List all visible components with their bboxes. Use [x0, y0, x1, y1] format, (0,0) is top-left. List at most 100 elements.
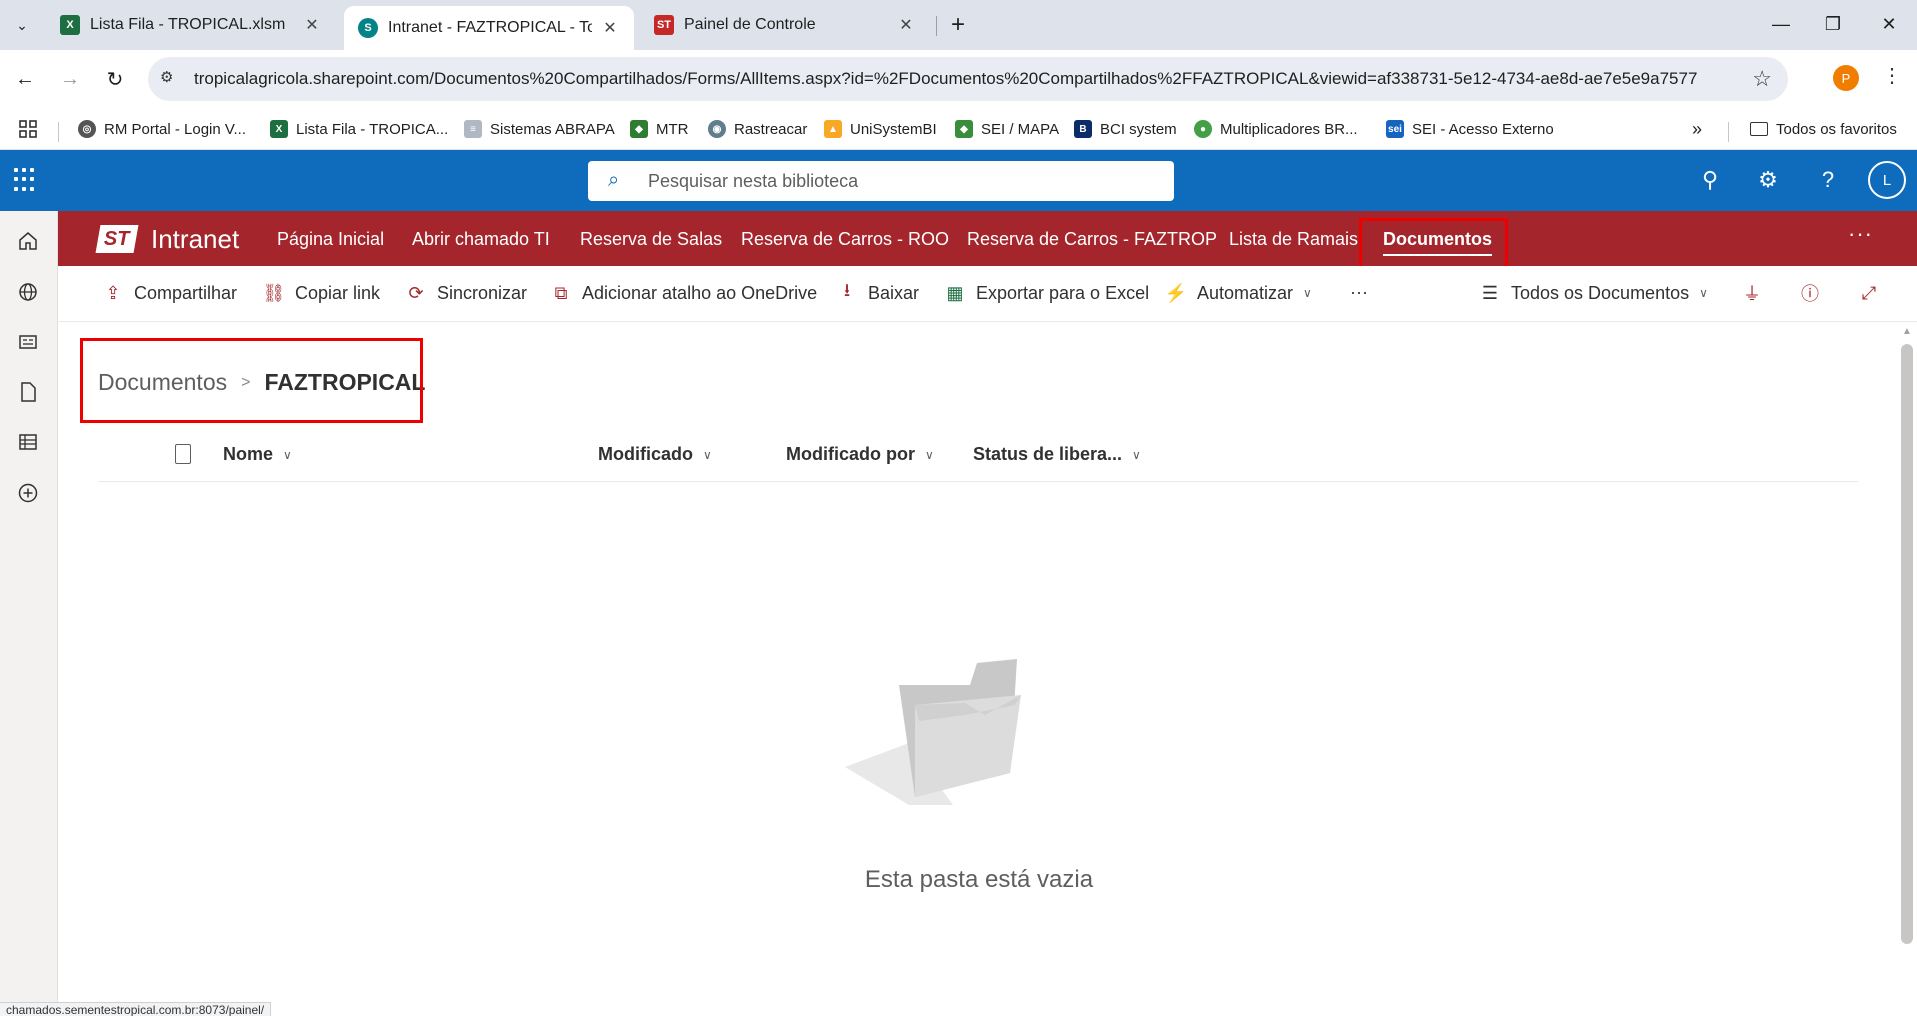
nav-reserva-salas[interactable]: Reserva de Salas: [580, 229, 722, 250]
new-tab-button[interactable]: +: [944, 11, 972, 39]
bookmark-item[interactable]: ◎ RM Portal - Login V...: [78, 116, 246, 142]
view-switcher[interactable]: ☰ Todos os Documentos ∨: [1479, 282, 1708, 304]
automate-icon: ⚡: [1164, 282, 1188, 303]
column-nome[interactable]: Nome ∨: [223, 444, 292, 465]
nav-reserva-carros-faztrop[interactable]: Reserva de Carros - FAZTROP: [967, 229, 1217, 250]
filter-icon: ⏚: [1743, 284, 1761, 304]
expand-icon: ⤢: [1861, 282, 1877, 303]
bookmark-item[interactable]: ▲ UniSystemBI: [824, 116, 937, 142]
bookmark-item[interactable]: ≡ Sistemas ABRAPA: [464, 116, 615, 142]
bci-icon: B: [1074, 120, 1092, 138]
close-icon[interactable]: ✕: [896, 15, 916, 35]
document-icon: ≡: [464, 120, 482, 138]
info-button[interactable]: ⓘ: [1799, 282, 1831, 304]
bookmark-label: UniSystemBI: [850, 120, 937, 138]
add-circle-icon[interactable]: [15, 480, 41, 506]
share-button[interactable]: ⇪ Compartilhar: [102, 282, 237, 304]
highlight-box: [80, 338, 423, 423]
tab-intranet[interactable]: S Intranet - FAZTROPICAL - Todos ✕: [344, 6, 634, 50]
all-bookmarks-folder[interactable]: Todos os favoritos: [1750, 116, 1897, 142]
profile-avatar[interactable]: P: [1833, 65, 1859, 91]
bookmark-item[interactable]: ◆ MTR: [630, 116, 689, 142]
reload-icon: ↻: [106, 68, 124, 91]
bookmark-label: RM Portal - Login V...: [104, 120, 247, 138]
tab-title: Painel de Controle: [684, 16, 816, 33]
more-options-icon[interactable]: ···: [1848, 221, 1873, 247]
search-placeholder: Pesquisar nesta biblioteca: [648, 171, 859, 191]
tab-painel[interactable]: ST Painel de Controle ✕: [640, 6, 930, 44]
restore-button[interactable]: ❐: [1818, 9, 1848, 39]
bookmark-divider: [1728, 122, 1729, 142]
scrollbar-thumb[interactable]: [1901, 344, 1913, 944]
reload-button[interactable]: ↻: [100, 64, 130, 94]
chevron-down-icon: ∨: [925, 447, 934, 462]
column-status[interactable]: Status de libera... ∨: [973, 444, 1141, 465]
close-icon[interactable]: ✕: [302, 15, 322, 35]
tab-strip: ⌄ X Lista Fila - TROPICAL.xlsm ✕ S Intra…: [0, 0, 1917, 50]
browser-menu-icon[interactable]: ⋮: [1882, 63, 1902, 88]
forward-button[interactable]: →: [55, 64, 85, 94]
apps-icon[interactable]: [18, 116, 38, 142]
bookmark-item[interactable]: ● Multiplicadores BR...: [1194, 116, 1358, 142]
close-icon[interactable]: ✕: [600, 18, 620, 38]
share-icon: ⇪: [105, 282, 121, 303]
add-shortcut-button[interactable]: ⧉ Adicionar atalho ao OneDrive: [550, 282, 818, 304]
search-icon: ⌕: [608, 169, 620, 191]
copy-link-button[interactable]: ⛓ Copiar link: [263, 282, 380, 304]
fullscreen-button[interactable]: ⤢: [1858, 282, 1890, 304]
automate-button[interactable]: ⚡ Automatizar ∨: [1165, 282, 1312, 304]
home-icon[interactable]: [15, 228, 41, 254]
site-title[interactable]: Intranet: [151, 224, 239, 255]
bookmark-item[interactable]: sei SEI - Acesso Externo: [1386, 116, 1554, 142]
bookmark-item[interactable]: ◉ Rastreacar: [708, 116, 807, 142]
bookmark-item[interactable]: B BCI system: [1074, 116, 1177, 142]
filter-button[interactable]: ⏚: [1741, 282, 1773, 304]
site-header: ST Intranet Página Inicial Abrir chamado…: [58, 211, 1917, 266]
list-header: Nome ∨ Modificado ∨ Modificado por ∨ Status…: [98, 432, 1858, 482]
address-bar[interactable]: ⚙ tropicalagricola.sharepoint.com/Docume…: [148, 57, 1788, 101]
sync-button[interactable]: ⟳ Sincronizar: [405, 282, 527, 304]
app-launcher-icon[interactable]: [14, 168, 38, 192]
chevron-down-icon: ∨: [1303, 286, 1312, 300]
back-button[interactable]: ←: [10, 64, 40, 94]
file-icon[interactable]: [15, 379, 41, 405]
globe-icon[interactable]: [15, 279, 41, 305]
chevron-down-icon: ∨: [703, 447, 712, 462]
star-icon[interactable]: ☆: [1752, 66, 1772, 92]
bookmarks-bar: ◎ RM Portal - Login V... X Lista Fila - TR…: [0, 108, 1917, 150]
url-text[interactable]: tropicalagricola.sharepoint.com/Document…: [194, 69, 1697, 89]
map-icon: ◆: [630, 120, 648, 138]
nav-pagina-inicial[interactable]: Página Inicial: [277, 229, 384, 250]
bookmark-item[interactable]: ◆ SEI / MAPA: [955, 116, 1059, 142]
download-button[interactable]: ⭳ Baixar: [836, 280, 919, 304]
user-avatar[interactable]: L: [1868, 161, 1906, 199]
library-search-input[interactable]: ⌕ Pesquisar nesta biblioteca: [588, 161, 1174, 201]
export-excel-button[interactable]: ▦ Exportar para o Excel: [944, 282, 1149, 304]
minimize-button[interactable]: —: [1766, 9, 1796, 39]
news-icon[interactable]: [15, 329, 41, 355]
tab-lista-fila[interactable]: X Lista Fila - TROPICAL.xlsm ✕: [46, 6, 336, 44]
settings-gear-icon[interactable]: ⚙: [1754, 166, 1782, 194]
vertical-scrollbar[interactable]: ▲: [1897, 322, 1917, 1016]
more-commands-button[interactable]: ···: [1350, 282, 1368, 303]
tab-title: Intranet - FAZTROPICAL - Todos: [388, 19, 592, 36]
site-logo[interactable]: ST: [95, 225, 139, 253]
tab-search-button[interactable]: ⌄: [8, 11, 36, 39]
copilot-icon[interactable]: ⚲: [1696, 166, 1724, 194]
help-icon[interactable]: ?: [1814, 166, 1842, 194]
scroll-up-icon[interactable]: ▲: [1902, 326, 1912, 337]
nav-reserva-carros-roo[interactable]: Reserva de Carros - ROO: [741, 229, 949, 250]
site-info-icon[interactable]: ⚙: [160, 68, 182, 90]
list-icon[interactable]: [15, 429, 41, 455]
nav-lista-ramais[interactable]: Lista de Ramais: [1229, 229, 1358, 250]
more-bookmarks-icon[interactable]: »: [1692, 116, 1702, 142]
excel-icon: X: [270, 120, 288, 138]
bookmark-item[interactable]: X Lista Fila - TROPICA...: [270, 116, 448, 142]
nav-abrir-chamado[interactable]: Abrir chamado TI: [412, 229, 550, 250]
column-modificado-por[interactable]: Modificado por ∨: [786, 444, 934, 465]
file-type-icon[interactable]: [175, 444, 191, 464]
bookmark-label: Rastreacar: [734, 120, 808, 138]
close-window-button[interactable]: ✕: [1874, 9, 1904, 39]
column-modificado[interactable]: Modificado ∨: [598, 444, 712, 465]
highlight-box: [1359, 218, 1508, 271]
